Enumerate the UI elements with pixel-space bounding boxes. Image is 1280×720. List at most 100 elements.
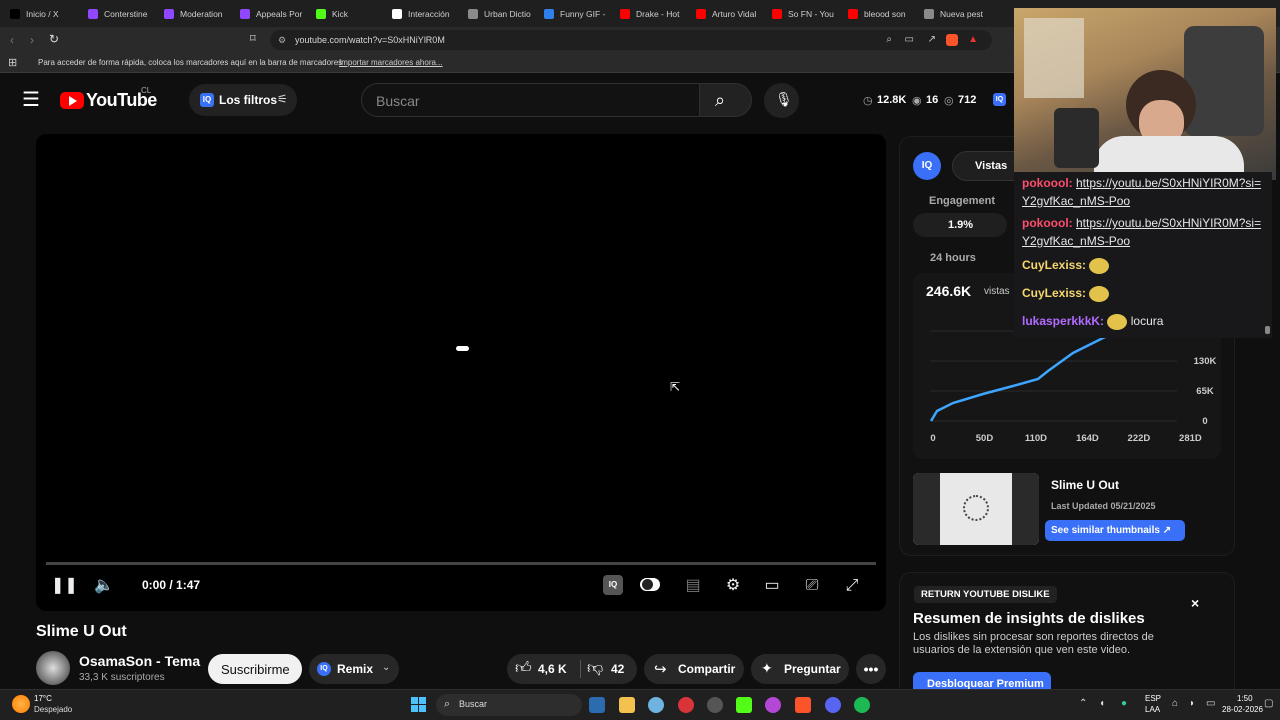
tray-chevron-icon[interactable]: ⌃ (1079, 698, 1087, 709)
search-button[interactable]: ⌕ (699, 83, 752, 117)
remix-button[interactable]: IQ Remix ⌄ (309, 654, 399, 684)
clock-date[interactable]: 28-02-2026 (1222, 705, 1263, 714)
brave-shield-icon[interactable] (946, 34, 958, 46)
chart-x-tick: 0 (930, 433, 935, 444)
capcut-icon[interactable] (765, 697, 781, 713)
lang-code[interactable]: ESP (1145, 694, 1161, 703)
engagement-badge: 1.9% (913, 213, 1007, 237)
spotify-icon[interactable] (854, 697, 870, 713)
site-info-icon[interactable]: ⚙ (278, 30, 286, 50)
youtube-logo-icon[interactable] (60, 92, 84, 109)
share-label: Compartir (678, 662, 736, 676)
search-input[interactable]: Buscar (361, 83, 700, 117)
browser-tab[interactable]: Kick (306, 0, 382, 27)
chat-username[interactable]: lukasperkkkK: (1022, 314, 1104, 328)
share-button[interactable]: ↪ Compartir (644, 654, 744, 684)
ask-button[interactable]: ✦ Preguntar (751, 654, 849, 684)
kick-icon[interactable] (736, 697, 752, 713)
settings-gear-icon[interactable]: ⚙ (722, 575, 744, 597)
bookmarks-hint: Para acceder de forma rápida, coloca los… (38, 58, 343, 67)
forward-icon[interactable]: › (30, 33, 34, 47)
dislike-icon[interactable]: 👎︎ (587, 659, 603, 678)
browser-tab[interactable]: So FN - You (762, 0, 838, 27)
browser-tab[interactable]: Conterstine (78, 0, 154, 27)
taskbar-search-icon: ⌕ (444, 698, 451, 710)
browser-tab[interactable]: Appeals Por (230, 0, 306, 27)
sliders-icon: ⚟ (277, 92, 288, 106)
autoplay-toggle[interactable] (640, 578, 660, 591)
theater-mode-icon[interactable]: ▭ (761, 575, 783, 597)
more-actions-icon[interactable]: ••• (856, 654, 886, 684)
opera-icon[interactable] (678, 697, 694, 713)
pause-icon[interactable]: ❚❚ (51, 575, 78, 597)
share-icon[interactable]: ↗ (928, 30, 936, 50)
clock-time[interactable]: 1:50 (1237, 694, 1253, 703)
chat-username[interactable]: CuyLexiss: (1022, 286, 1086, 300)
browser-tab[interactable]: Urban Dictio (458, 0, 534, 27)
windows-start-icon[interactable] (411, 697, 427, 713)
channel-name[interactable]: OsamaSon - Tema (79, 653, 200, 669)
url-field[interactable]: ⚙ youtube.com/watch?v=S0xHNiYlR0M ⌕ ▭ ↗ … (270, 30, 992, 50)
browser-tab[interactable]: Nueva pest (914, 0, 990, 27)
chat-username[interactable]: pokoool: (1022, 176, 1073, 190)
vidiq-player-icon[interactable]: IQ (603, 575, 623, 595)
cast-icon[interactable]: ⎚ (801, 575, 823, 597)
tray-network-icon[interactable]: ⌂ (1172, 698, 1178, 709)
subscribe-button[interactable]: Suscribirme (208, 654, 302, 684)
tray-mic-icon[interactable]: ● (1121, 698, 1127, 709)
back-icon[interactable]: ‹ (10, 33, 14, 47)
browser-tab[interactable]: Interacción (382, 0, 458, 27)
video-player[interactable]: ⇱ ❚❚ 🔈 0:00 / 1:47 IQ ▤ ⚙ ▭ ⎚ ⤢ (36, 134, 886, 611)
fullscreen-icon[interactable]: ⤢ (841, 575, 863, 597)
chat-username[interactable]: CuyLexiss: (1022, 258, 1086, 272)
volume-icon[interactable]: 🔈 (93, 575, 115, 597)
discord-icon[interactable] (825, 697, 841, 713)
weather-icon[interactable] (12, 695, 30, 713)
browser-tab[interactable]: Arturo Vidal (686, 0, 762, 27)
import-bookmarks-link[interactable]: Importar marcadores ahora... (339, 58, 443, 67)
brave-rewards-icon[interactable]: ▲ (968, 30, 978, 50)
share-arrow-icon: ↪ (654, 661, 667, 678)
channel-avatar[interactable] (36, 651, 70, 685)
brave-taskbar-icon[interactable] (795, 697, 811, 713)
tray-volume-icon[interactable]: ◗ (1189, 698, 1195, 709)
thumbnail-preview[interactable] (913, 473, 1039, 545)
similar-thumbnails-button[interactable]: See similar thumbnails ↗ (1045, 520, 1185, 541)
browser-tab[interactable]: Drake - Hot (610, 0, 686, 27)
close-icon[interactable]: × (1191, 595, 1199, 611)
task-view-icon[interactable] (589, 697, 605, 713)
like-icon[interactable]: 👍︎ (515, 659, 532, 678)
range-tab-24h[interactable]: 24 hours (930, 252, 976, 264)
notifications-icon[interactable]: ▢ (1264, 698, 1273, 709)
chat-scrollbar[interactable] (1265, 326, 1270, 334)
cast-tab-icon[interactable]: ▭ (905, 30, 914, 50)
apps-grid-icon[interactable]: ⊞ (8, 56, 17, 69)
browser-tab[interactable]: Funny GIF - (534, 0, 610, 27)
browser-tab[interactable]: bleood son (838, 0, 914, 27)
vidiq-header-icon[interactable]: IQ (993, 93, 1006, 106)
bookmark-icon[interactable]: ⌑ (250, 32, 256, 45)
zoom-icon[interactable]: ⌕ (886, 30, 892, 50)
menu-icon[interactable]: ☰ (22, 90, 40, 110)
dislike-count[interactable]: 42 (611, 662, 624, 676)
voice-search-button[interactable]: 🎙 (764, 83, 799, 118)
like-count[interactable]: 4,6 K (538, 662, 567, 676)
chat-username[interactable]: pokoool: (1022, 216, 1073, 230)
file-explorer-icon[interactable] (619, 697, 635, 713)
browser-app-icon[interactable] (648, 697, 664, 713)
subtitles-icon[interactable]: ▤ (682, 575, 704, 597)
filters-button[interactable]: IQ Los filtros ⚟ (189, 84, 297, 116)
browser-tab[interactable]: Inicio / X (0, 0, 78, 27)
browser-tab[interactable]: Moderation (154, 0, 230, 27)
tray-battery-icon[interactable]: ▭ (1206, 698, 1215, 709)
lang-layout[interactable]: LAA (1145, 705, 1160, 714)
ryd-title: Resumen de insights de dislikes (913, 610, 1145, 627)
steam-icon[interactable] (707, 697, 723, 713)
tray-audio-icon[interactable]: ◖ (1099, 698, 1105, 709)
chart-x-tick: 110D (1025, 433, 1047, 444)
search-placeholder: Buscar (376, 93, 420, 109)
weather-desc: Despejado (34, 705, 73, 714)
taskbar-search[interactable]: ⌕ Buscar (436, 694, 582, 716)
search-icon: ⌕ (715, 90, 726, 110)
reload-icon[interactable]: ↻ (49, 32, 59, 46)
